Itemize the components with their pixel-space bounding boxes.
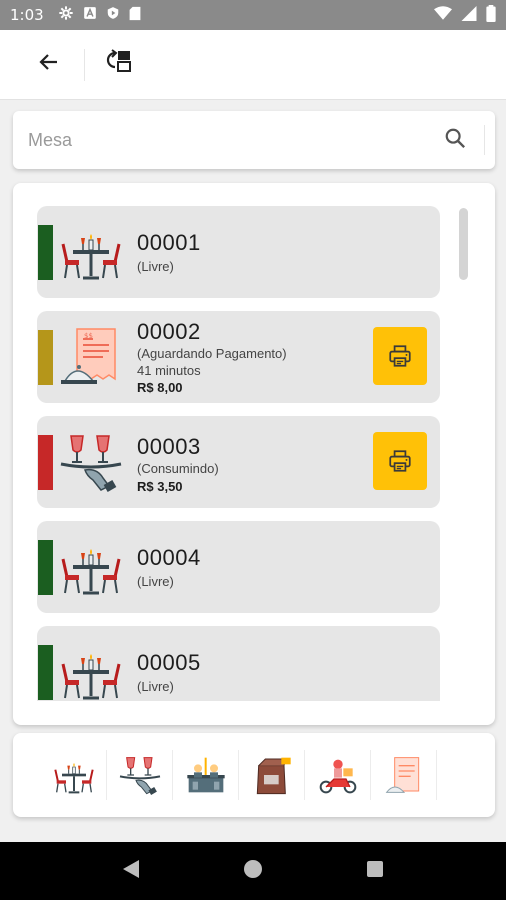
takeaway-bag-icon [250,755,294,795]
clock-time: 1:03 [10,6,44,24]
tables-panel: 00001 (Livre) 00002 (Aguardando Pagament… [13,183,495,725]
table-card-00001[interactable]: 00001 (Livre) [37,206,440,298]
tray-glasses-icon [59,432,123,492]
counter-icon [184,755,228,795]
wifi-icon [434,6,452,24]
table-card-00003[interactable]: 00003 (Consumindo) R$ 3,50 [37,416,440,508]
tables-list[interactable]: 00001 (Livre) 00002 (Aguardando Pagament… [37,206,440,701]
category-consuming-button[interactable] [107,750,173,800]
search-input[interactable]: Mesa [28,130,435,151]
table-chairs-icon [59,537,123,597]
table-total: R$ 8,00 [137,380,183,395]
search-button[interactable] [435,120,475,160]
appbar-divider [84,48,85,81]
back-triangle-icon[interactable] [122,859,140,884]
category-delivery-button[interactable] [305,750,371,800]
play-shield-icon [106,5,120,25]
category-counter-button[interactable] [173,750,239,800]
category-takeaway-button[interactable] [239,750,305,800]
elapsed-time: 41 minutos [137,363,201,378]
tray-glasses-icon [118,755,162,795]
arrow-back-icon [37,50,61,79]
status-strip [38,225,53,280]
swap-table-button[interactable] [89,30,149,100]
search-bar[interactable]: Mesa [13,111,495,169]
sd-card-icon [129,6,141,25]
table-number: 00005 [137,650,201,675]
category-tables-button[interactable] [41,750,107,800]
table-status: (Livre) [137,574,174,589]
swap-table-icon [105,49,133,80]
back-button[interactable] [14,30,84,100]
table-number: 00001 [137,230,201,255]
table-total: R$ 3,50 [137,479,183,494]
printer-icon [387,448,413,474]
status-strip [38,645,53,700]
recents-square-icon[interactable] [366,860,384,883]
table-number: 00002 [137,319,201,344]
search-divider [484,125,485,155]
category-bill-button[interactable] [371,750,437,800]
delivery-scooter-icon [316,755,360,795]
status-bar: 1:03 [0,0,506,30]
table-number: 00004 [137,545,201,570]
status-strip [38,330,53,385]
table-number: 00003 [137,434,201,459]
table-card-00004[interactable]: 00004 (Livre) [37,521,440,613]
home-circle-icon[interactable] [243,859,263,884]
table-card-00002[interactable]: 00002 (Aguardando Pagamento) 41 minutos … [37,311,440,403]
signal-icon [461,5,477,25]
table-status: (Consumindo) [137,461,219,476]
printer-icon [387,343,413,369]
app-bar [0,30,506,100]
table-status: (Livre) [137,259,174,274]
system-nav-bar [0,842,506,900]
print-button[interactable] [373,432,427,490]
table-status: (Aguardando Pagamento) [137,346,287,361]
table-chairs-icon [59,642,123,701]
battery-icon [486,4,496,26]
table-card-00005[interactable]: 00005 (Livre) [37,626,440,701]
status-strip [38,435,53,490]
print-button[interactable] [373,327,427,385]
table-status: (Livre) [137,679,174,694]
search-icon [444,127,466,154]
bill-cloche-icon [59,327,123,387]
table-chairs-icon [59,222,123,282]
table-chairs-icon [52,755,96,795]
list-scrollbar[interactable] [459,208,468,280]
bottom-category-bar [13,733,495,817]
bill-icon [382,755,426,795]
gear-icon [58,5,74,25]
a-icon [83,6,97,24]
status-strip [38,540,53,595]
